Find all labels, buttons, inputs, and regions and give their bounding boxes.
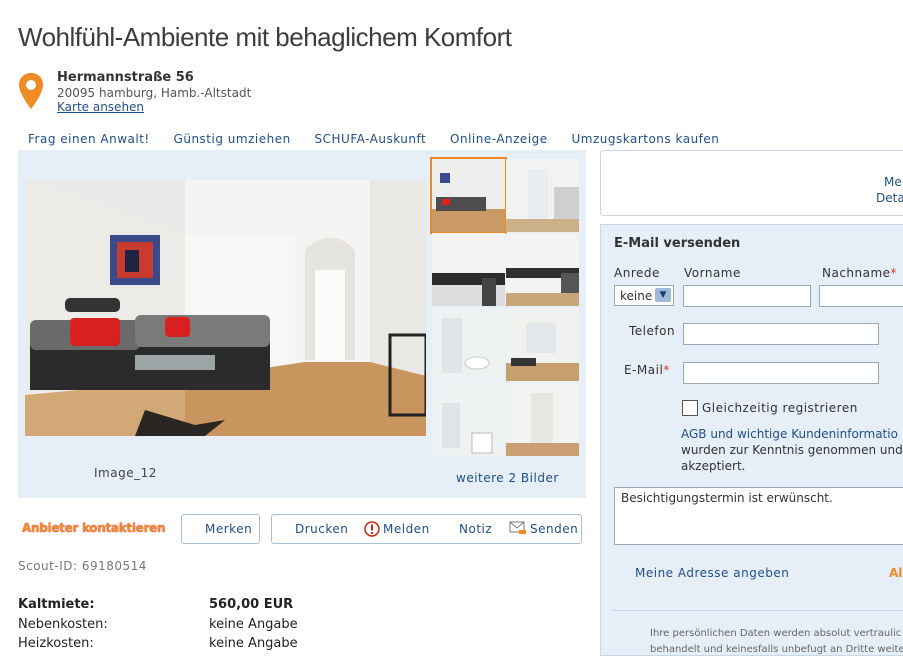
map-link[interactable]: Karte ansehen <box>57 100 144 114</box>
address-link[interactable]: Meine Adresse angeben <box>635 566 789 580</box>
thumbnail-3[interactable] <box>432 233 505 306</box>
thumbnail-1[interactable] <box>430 157 507 234</box>
map-pin-icon <box>19 73 43 109</box>
register-checkbox[interactable] <box>682 400 698 416</box>
sidebar-info-box: Me Deta <box>600 150 903 216</box>
senden-button[interactable]: Senden <box>530 522 578 536</box>
telefon-label: Telefon <box>629 324 676 338</box>
message-textarea[interactable]: Besichtigungstermin ist erwünscht. <box>614 487 903 545</box>
vorname-input[interactable] <box>683 285 811 307</box>
drucken-button[interactable]: Drucken <box>295 522 348 536</box>
nachname-input[interactable] <box>819 285 903 307</box>
service-nav: Frag einen Anwalt! Günstig umziehen SCHU… <box>28 132 739 146</box>
divider <box>612 610 903 611</box>
absenden-button[interactable]: Al <box>889 566 902 580</box>
scout-id: Scout-ID: 69180514 <box>18 559 147 573</box>
cost-value-kaltmiete: 560,00 EUR <box>209 597 294 612</box>
thumbnail-6[interactable] <box>506 308 579 381</box>
email-input[interactable] <box>683 362 879 384</box>
nav-umziehen[interactable]: Günstig umziehen <box>174 132 291 146</box>
melden-button[interactable]: Melden <box>383 522 430 536</box>
anrede-label: Anrede <box>614 266 660 280</box>
cost-label-nebenkosten: Nebenkosten: <box>18 617 108 632</box>
privacy-line1: Ihre persönlichen Daten werden absolut v… <box>650 628 902 639</box>
mail-icon <box>509 521 526 534</box>
thumbnail-5[interactable] <box>432 308 505 381</box>
notiz-button[interactable]: Notiz <box>459 522 492 536</box>
contact-heading: E-Mail versenden <box>614 236 741 251</box>
agb-text-line3: akzeptiert. <box>681 459 746 473</box>
anrede-select[interactable]: keine ▼ <box>614 285 674 306</box>
thumbnail-8[interactable] <box>506 383 579 456</box>
privacy-line2: behandelt und keinesfalls unbefugt an Dr… <box>650 644 903 655</box>
nav-anwalt[interactable]: Frag einen Anwalt! <box>28 132 150 146</box>
address-city: 20095 hamburg, Hamb.-Altstadt <box>57 86 252 100</box>
thumbnail-2[interactable] <box>506 159 579 232</box>
main-photo[interactable] <box>25 180 426 436</box>
agb-link[interactable]: AGB und wichtige Kundeninformatio <box>681 426 903 442</box>
page-title: Wohlfühl-Ambiente mit behaglichem Komfor… <box>18 22 512 52</box>
telefon-input[interactable] <box>683 323 879 345</box>
merken-button[interactable]: Merken <box>181 514 260 544</box>
nav-umzugskartons[interactable]: Umzugskartons kaufen <box>571 132 719 146</box>
anrede-selected-value: keine <box>620 289 653 303</box>
cost-label-heizkosten: Heizkosten: <box>18 636 94 651</box>
nachname-label: Nachname* <box>822 266 898 280</box>
sidebar-info-line1[interactable]: Me <box>884 175 902 189</box>
agb-text: AGB und wichtige Kundeninformatio wurden… <box>681 426 903 474</box>
email-label: E-Mail* <box>624 363 670 377</box>
agb-text-line2: wurden zur Kenntnis genommen und <box>681 443 903 457</box>
nav-online-anzeige[interactable]: Online-Anzeige <box>450 132 548 146</box>
register-label: Gleichzeitig registrieren <box>702 401 858 415</box>
chevron-down-icon: ▼ <box>655 288 671 302</box>
cost-label-kaltmiete: Kaltmiete: <box>18 597 95 612</box>
thumbnail-7[interactable] <box>432 383 505 456</box>
sidebar-info-line2[interactable]: Deta <box>876 191 903 205</box>
address-street: Hermannstraße 56 <box>57 70 194 85</box>
cost-value-heizkosten: keine Angabe <box>209 636 298 651</box>
cost-value-nebenkosten: keine Angabe <box>209 617 298 632</box>
thumbnail-4[interactable] <box>506 233 579 306</box>
vorname-label: Vorname <box>684 266 741 280</box>
alert-icon <box>364 521 380 537</box>
merken-label: Merken <box>205 522 253 536</box>
contact-provider-button[interactable]: Anbieter kontaktieren <box>22 521 166 535</box>
more-images-link[interactable]: weitere 2 Bilder <box>456 471 559 485</box>
action-toolbar: Drucken Melden Notiz Senden <box>271 514 582 544</box>
image-caption: Image_12 <box>94 466 157 480</box>
privacy-note: Ihre persönlichen Daten werden absolut v… <box>650 626 903 658</box>
nav-schufa[interactable]: SCHUFA-Auskunft <box>315 132 427 146</box>
